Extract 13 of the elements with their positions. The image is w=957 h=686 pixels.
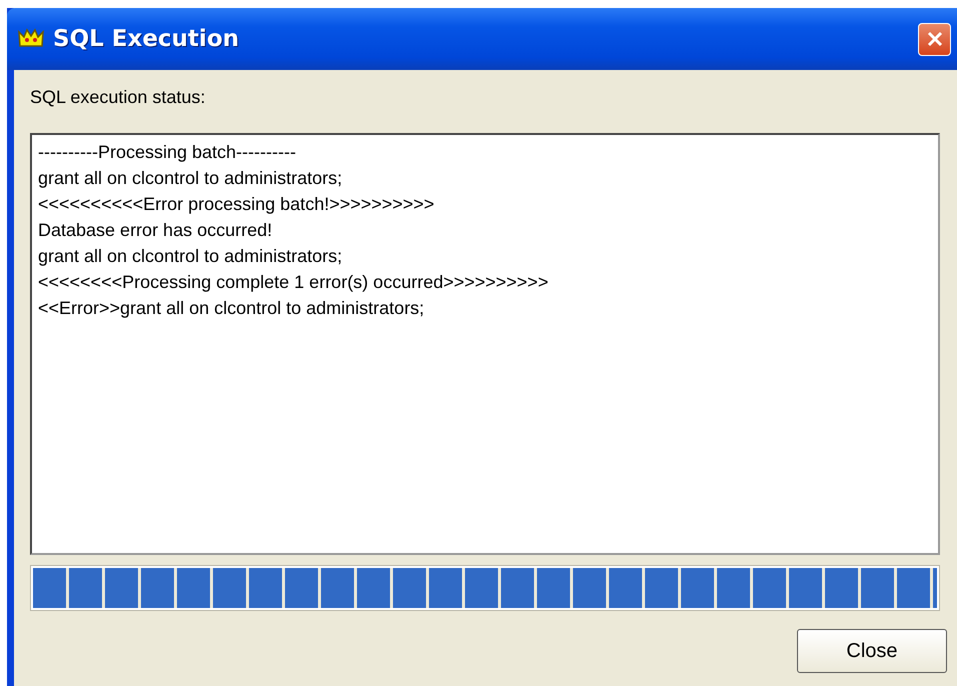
status-label: SQL execution status: <box>30 86 206 109</box>
log-line: Database error has occurred! <box>38 219 274 242</box>
log-line: ----------Processing batch---------- <box>38 141 297 164</box>
log-line: grant all on clcontrol to administrators; <box>38 245 344 268</box>
close-icon <box>926 30 944 48</box>
crown-icon <box>17 28 45 50</box>
log-line: <<Error>>grant all on clcontrol to administrators; <box>38 297 426 320</box>
window-title: SQL Execution <box>53 24 239 54</box>
close-dialog-button[interactable]: Close <box>797 629 947 673</box>
log-line: <<<<<<<<<<Error processing batch!>>>>>>>>>> <box>38 193 436 216</box>
log-line: grant all on clcontrol to administrators; <box>38 167 344 190</box>
log-line: <<<<<<<<Processing complete 1 error(s) occurred>>>>>>>>>> <box>38 271 550 294</box>
close-button[interactable] <box>918 22 951 56</box>
